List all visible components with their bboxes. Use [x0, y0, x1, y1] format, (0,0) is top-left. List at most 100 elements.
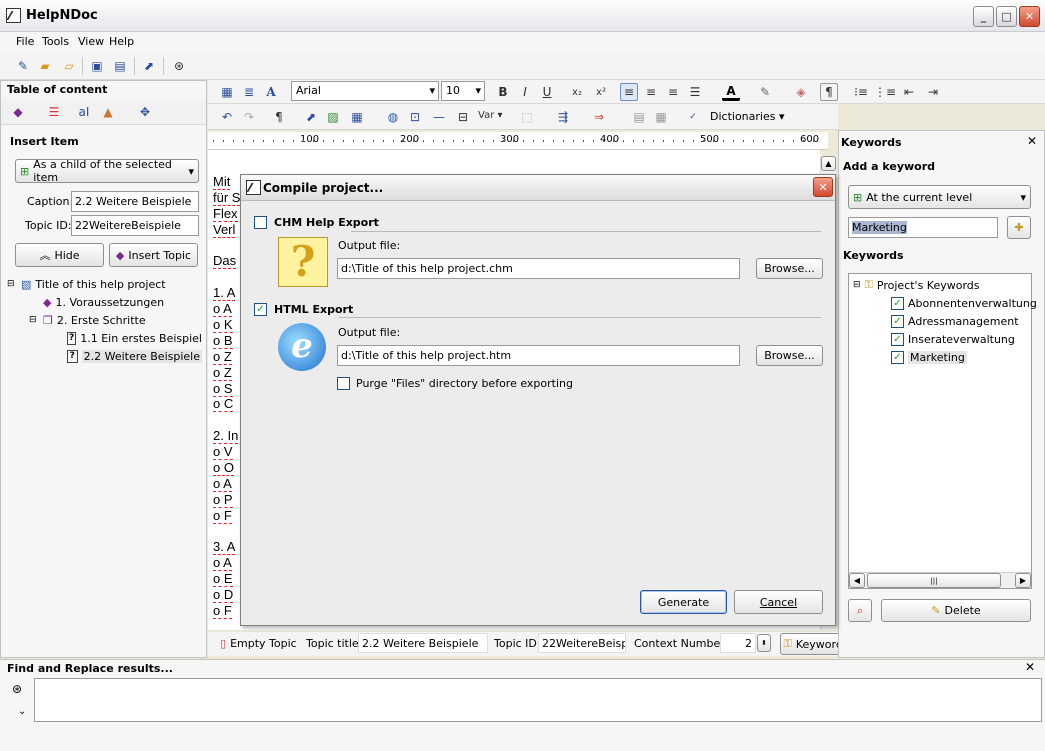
align-center-icon[interactable]: ≡	[642, 83, 660, 101]
variable-button[interactable]: Var ▾	[478, 110, 503, 121]
insert-table-icon[interactable]: ▦	[348, 108, 366, 126]
topic-id-input[interactable]: 22WeitereBeispiele	[71, 215, 199, 236]
scroll-thumb[interactable]: |||	[867, 573, 1001, 588]
html-export-row[interactable]: ✓ HTML Export	[254, 303, 353, 316]
scroll-up-button[interactable]: ▲	[821, 156, 836, 171]
level-dropdown[interactable]: ⊞ At the current level ▾	[848, 185, 1031, 209]
binoculars-icon[interactable]: ⊛	[12, 682, 22, 696]
tree-item[interactable]: ⊟ ▧ Title of this help project	[7, 275, 202, 293]
open-icon[interactable]: ▰	[36, 57, 54, 75]
checkbox-checked-icon[interactable]: ✓	[891, 332, 904, 346]
flow-icon[interactable]: ⇶	[554, 108, 572, 126]
tree-item[interactable]: ⊟ ❐ 2. Erste Schritte	[7, 311, 202, 329]
keyword-item-selected[interactable]: ✓ Marketing	[891, 348, 967, 366]
delete-keyword-button[interactable]: ✎ Delete	[881, 599, 1031, 622]
add-keyword-button[interactable]: ✚	[1007, 216, 1031, 239]
minimize-button[interactable]: _	[973, 6, 994, 27]
insert-topic-button[interactable]: ◆ Insert Topic	[109, 243, 198, 267]
menu-tools[interactable]: Tools	[42, 35, 69, 48]
bold-icon[interactable]: B	[494, 83, 512, 101]
html-output-input[interactable]: d:\Title of this help project.htm	[337, 345, 740, 366]
superscript-icon[interactable]: x²	[592, 83, 610, 101]
dialog-close-button[interactable]: ✕	[813, 177, 833, 197]
menu-file[interactable]: File	[16, 35, 34, 48]
add-topic-icon[interactable]: ◆	[9, 103, 27, 121]
horizontal-line-icon[interactable]: —	[430, 108, 448, 126]
close-keywords-icon[interactable]: ✕	[1027, 134, 1037, 148]
close-find-icon[interactable]: ✕	[1025, 660, 1035, 674]
fill-icon[interactable]: ◈	[792, 83, 810, 101]
scroll-right-button[interactable]: ▶	[1015, 573, 1031, 588]
checkbox-checked-icon[interactable]: ✓	[891, 350, 904, 364]
align-right-icon[interactable]: ≡	[664, 83, 682, 101]
chm-export-row[interactable]: CHM Help Export	[254, 216, 379, 229]
insert-image-icon[interactable]: ▨	[324, 108, 342, 126]
maximize-button[interactable]: □	[996, 6, 1017, 27]
menu-help[interactable]: Help	[109, 35, 134, 48]
move-icon[interactable]: ☰	[45, 103, 63, 121]
tree-item-selected[interactable]: ? 2.2 Weitere Beispiele	[7, 347, 202, 365]
keywords-root[interactable]: ⊟ ⚿ Project's Keywords	[853, 276, 980, 294]
keywords-hscrollbar[interactable]: ◀ ||| ▶	[849, 572, 1031, 588]
grid2-icon[interactable]: ▦	[652, 108, 670, 126]
insert-link-icon[interactable]: ⬈	[302, 108, 320, 126]
find-keyword-button[interactable]: ⌕	[848, 599, 872, 622]
find-icon[interactable]: ⊛	[170, 57, 188, 75]
html-browse-button[interactable]: Browse...	[756, 345, 823, 366]
save-all-icon[interactable]: ▤	[111, 57, 129, 75]
page-break-icon[interactable]: ⊟	[454, 108, 472, 126]
chm-checkbox[interactable]	[254, 216, 267, 229]
numbered-list-icon[interactable]: ⋮≡	[874, 83, 896, 101]
arrows-icon[interactable]: ✥	[136, 103, 154, 121]
new-project-icon[interactable]: ✎	[14, 57, 32, 75]
tree-item[interactable]: ? 1.1 Ein erstes Beispiel	[7, 329, 202, 347]
pilcrow-icon[interactable]: ¶	[270, 108, 288, 126]
compile-icon[interactable]: ⬈	[140, 57, 158, 75]
subscript-icon[interactable]: x₂	[568, 83, 586, 101]
anchor-icon[interactable]: ⊡	[406, 108, 424, 126]
html-checkbox[interactable]: ✓	[254, 303, 267, 316]
bullet-list-icon[interactable]: ⁝≡	[852, 83, 870, 101]
underline-icon[interactable]: U	[538, 83, 556, 101]
redo-icon[interactable]: ↷	[240, 108, 258, 126]
chm-browse-button[interactable]: Browse...	[756, 258, 823, 279]
keyword-item[interactable]: ✓ Adressmanagement	[891, 312, 1019, 330]
outdent-icon[interactable]: ⇤	[900, 83, 918, 101]
undo-icon[interactable]: ↶	[218, 108, 236, 126]
align-left-icon[interactable]: ≡	[620, 83, 638, 101]
save-icon[interactable]: ▣	[88, 57, 106, 75]
arrow-icon[interactable]: ⇒	[590, 108, 608, 126]
shapes-icon[interactable]: ▲	[99, 103, 117, 121]
web-link-icon[interactable]: ◍	[384, 108, 402, 126]
style-icon[interactable]: ≣	[240, 83, 258, 101]
paragraph-marks-icon[interactable]: ¶	[820, 83, 838, 101]
keyword-item[interactable]: ✓ Inserateverwaltung	[891, 330, 1015, 348]
dictionaries-button[interactable]: Dictionaries ▾	[710, 110, 785, 123]
table-icon[interactable]: ▦	[218, 83, 236, 101]
caption-input[interactable]: 2.2 Weitere Beispiele	[71, 191, 199, 212]
font-color-icon[interactable]: A	[722, 83, 740, 101]
empty-topic-button[interactable]: ▯ Empty Topic	[220, 637, 297, 650]
justify-icon[interactable]: ☰	[686, 83, 704, 101]
hide-button[interactable]: ︽ Hide	[15, 243, 104, 267]
context-number-field[interactable]: 2	[720, 633, 756, 653]
spellcheck-icon[interactable]: ✓	[684, 108, 702, 126]
indent-icon[interactable]: ⇥	[924, 83, 942, 101]
scroll-left-button[interactable]: ◀	[849, 573, 865, 588]
tree-item[interactable]: ◆ 1. Voraussetzungen	[7, 293, 202, 311]
border-icon[interactable]: ⬚	[518, 108, 536, 126]
find-results-list[interactable]	[34, 678, 1042, 722]
font-icon[interactable]: A	[262, 83, 280, 101]
close-window-button[interactable]: ✕	[1019, 6, 1040, 27]
purge-option[interactable]: Purge "Files" directory before exporting	[337, 377, 573, 390]
highlight-icon[interactable]: ✎	[756, 83, 774, 101]
open-folder-icon[interactable]: ▱	[60, 57, 78, 75]
expand-icon[interactable]: ⌄	[18, 706, 26, 717]
chm-output-input[interactable]: d:\Title of this help project.chm	[337, 258, 740, 279]
keyword-item[interactable]: ✓ Abonnentenverwaltung	[891, 294, 1037, 312]
checkbox-checked-icon[interactable]: ✓	[891, 296, 904, 310]
checkbox-checked-icon[interactable]: ✓	[891, 314, 904, 328]
generate-button[interactable]: Generate	[640, 590, 727, 614]
topic-title-field[interactable]: 2.2 Weitere Beispiele	[358, 633, 488, 653]
position-dropdown[interactable]: ⊞ As a child of the selected item ▾	[15, 158, 199, 184]
